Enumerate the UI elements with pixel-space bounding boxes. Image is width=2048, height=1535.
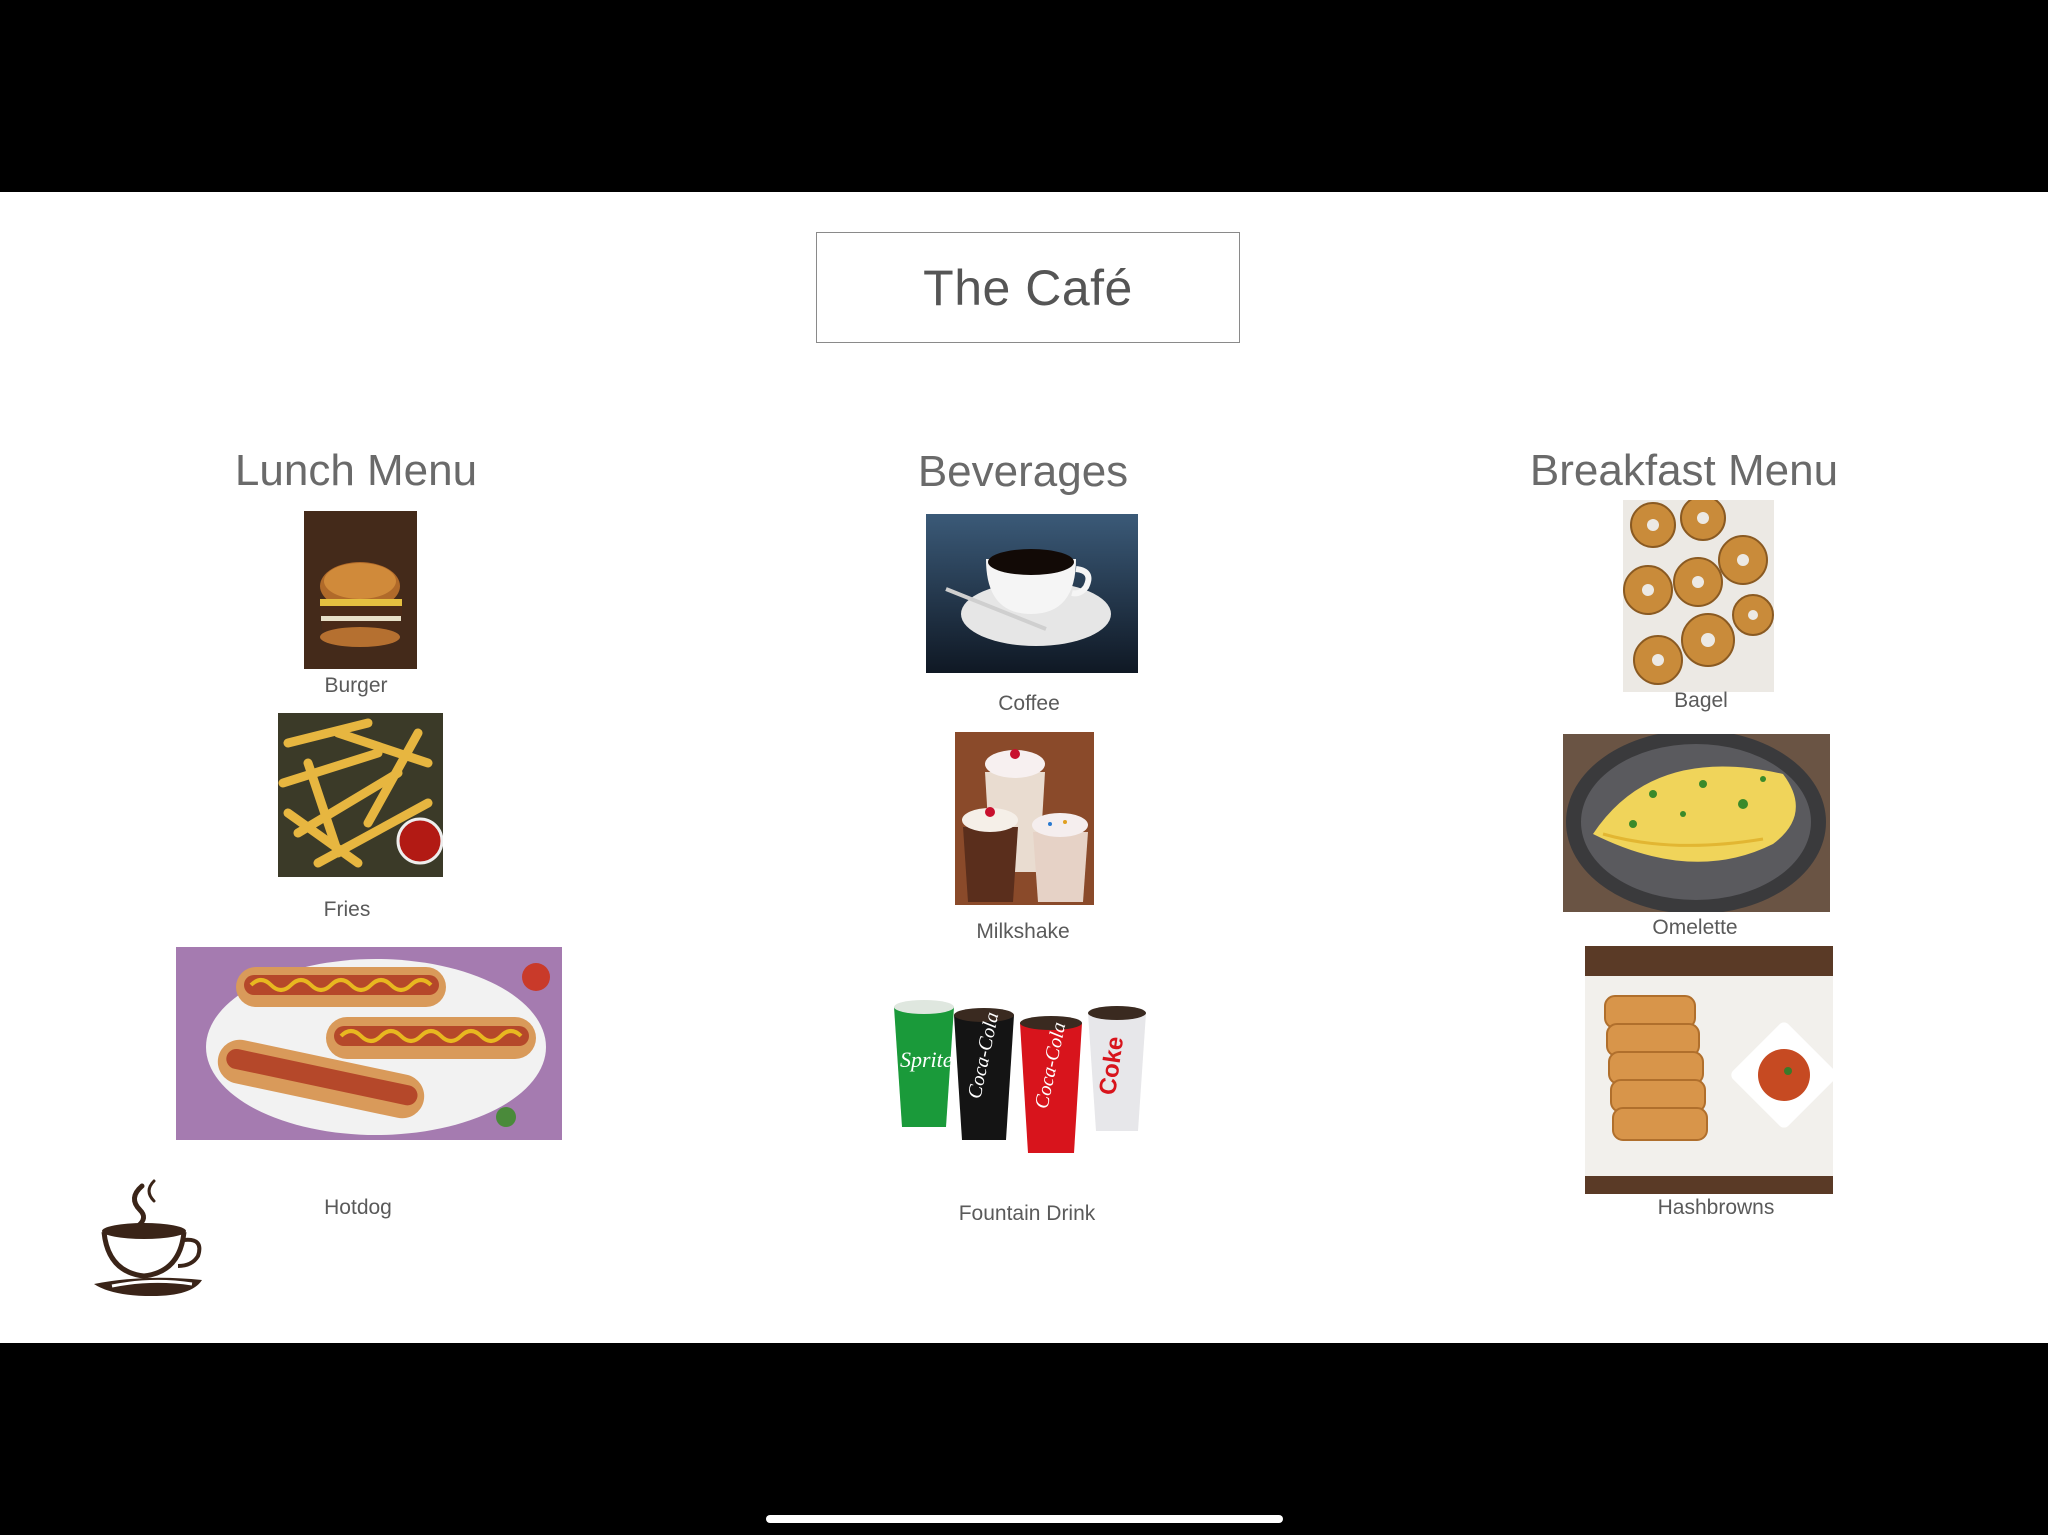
lunch-menu-heading: Lunch Menu [234,446,478,495]
milkshake-label: Milkshake [976,920,1070,943]
hashbrowns-photo[interactable] [1585,946,1833,1194]
page-title: The Café [923,259,1133,316]
bagel-label: Bagel [1674,689,1728,712]
svg-text:Sprite: Sprite [900,1047,953,1072]
fries-label: Fries [323,898,371,921]
coffee-photo[interactable] [926,514,1138,673]
fountain-drink-label: Fountain Drink [958,1202,1096,1225]
coffee-cup-icon [92,1176,210,1298]
title-box[interactable]: The Café [816,232,1240,343]
burger-photo[interactable] [304,511,417,669]
hotdog-label: Hotdog [324,1196,392,1219]
bagel-photo[interactable] [1623,500,1774,692]
burger-label: Burger [324,674,388,697]
omelette-label: Omelette [1652,916,1738,939]
coffee-label: Coffee [998,692,1060,715]
breakfast-menu-heading: Breakfast Menu [1529,446,1839,495]
hotdog-photo[interactable] [176,947,562,1140]
fountain-drink-photo[interactable]: Sprite Coca-Cola Coca-Cola Coke [888,987,1173,1172]
home-indicator[interactable] [766,1515,1283,1523]
beverages-heading: Beverages [917,447,1129,496]
hashbrowns-label: Hashbrowns [1657,1196,1775,1219]
milkshake-photo[interactable] [955,732,1094,905]
menu-slide: The Café Lunch Menu Burger Fries Hotdog … [0,192,2048,1343]
omelette-photo[interactable] [1563,734,1830,912]
fries-photo[interactable] [278,713,443,877]
